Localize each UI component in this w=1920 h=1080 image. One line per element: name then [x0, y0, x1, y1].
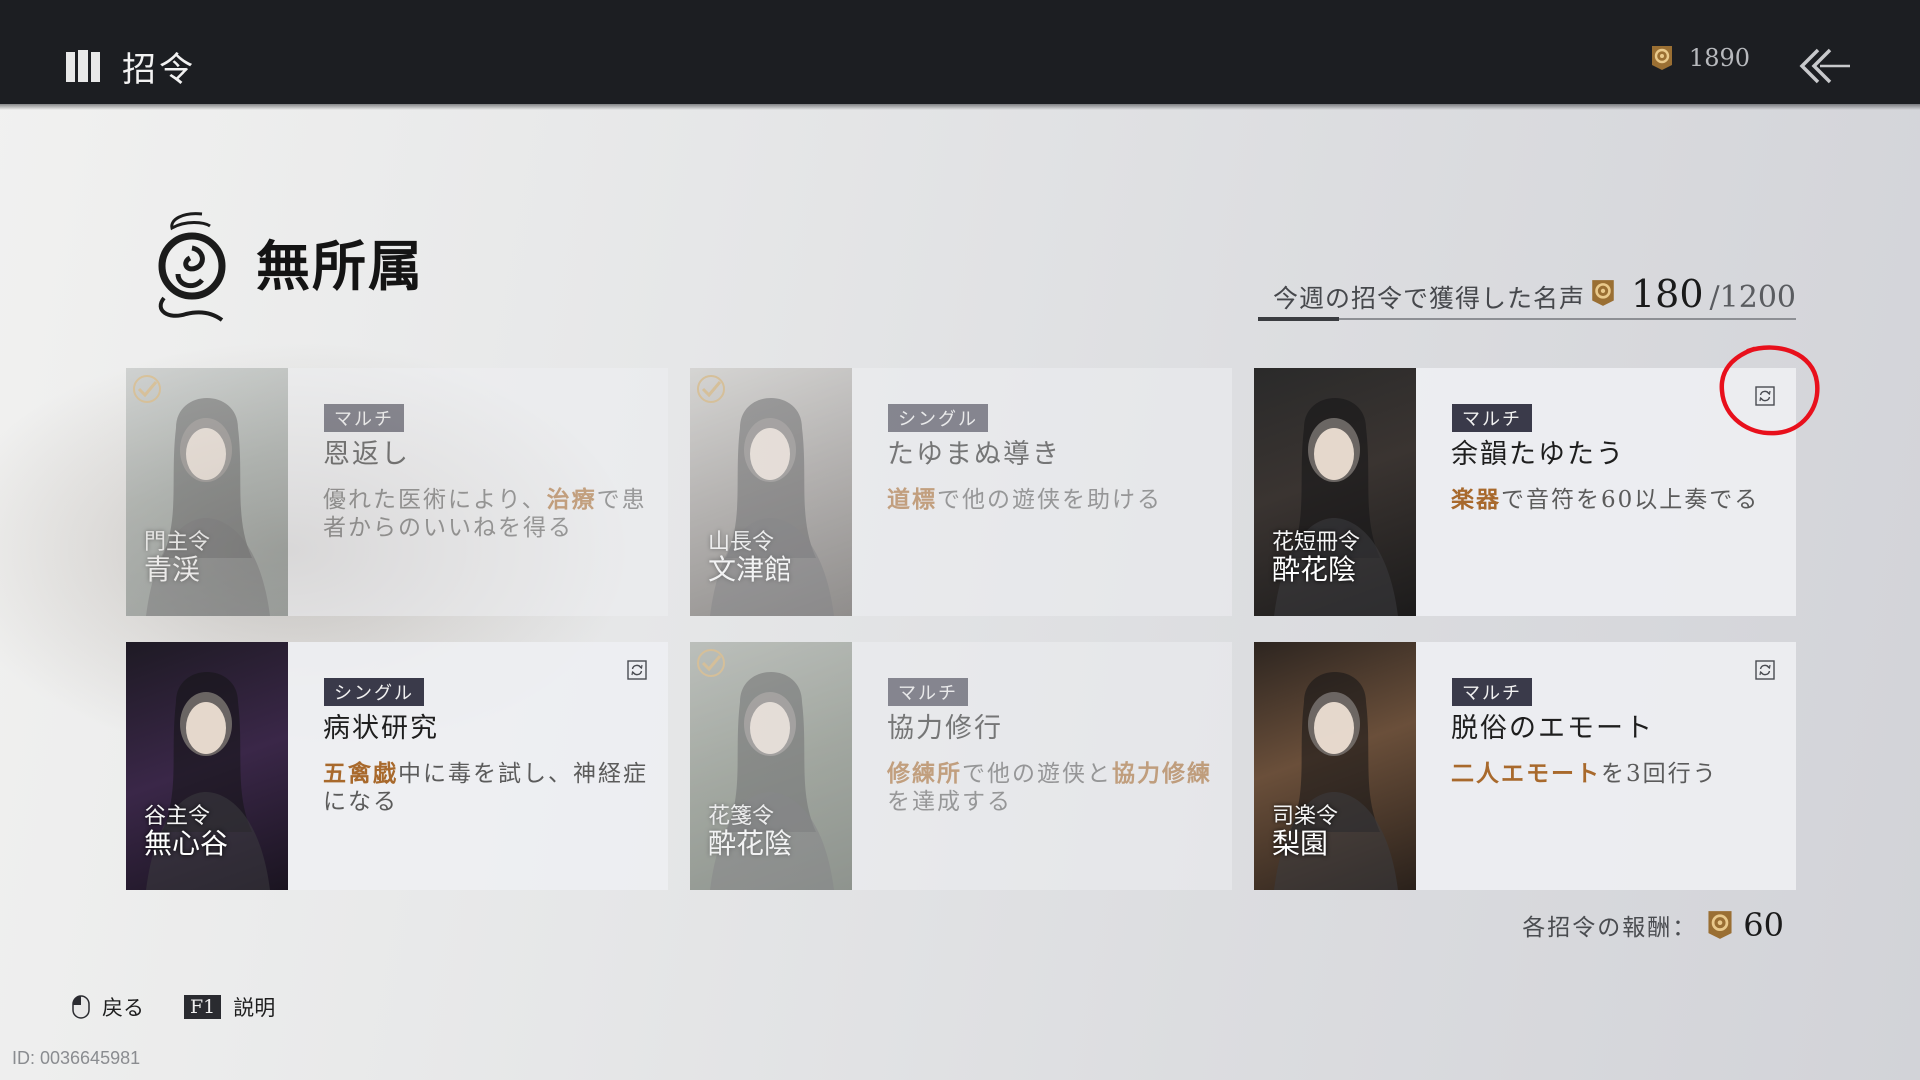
help-key: F1 [184, 995, 222, 1019]
description-text: で他の遊侠を助ける [937, 487, 1162, 513]
portrait-image: 山長令 文津館 [690, 368, 852, 616]
refresh-icon[interactable] [1755, 660, 1775, 680]
checkmark-icon [697, 375, 725, 403]
reward-info: 各招令の報酬： 60 [1522, 906, 1784, 944]
issuer-name: 文津館 [708, 553, 793, 586]
order-card[interactable]: 山長令 文津館 シングルたゆまぬ導き道標で他の遊侠を助ける [690, 368, 1232, 616]
order-card[interactable]: 司楽令 梨園 マルチ脱俗のエモート二人エモートを3回行う [1254, 642, 1796, 890]
faction-name: 無所属 [256, 234, 424, 298]
description-keyword: 五禽戯 [323, 760, 398, 787]
mode-badge: シングル [324, 678, 424, 706]
order-title: 余韻たゆたう [1451, 439, 1625, 470]
description-keyword: 楽器 [1451, 486, 1501, 513]
order-card[interactable]: 花短冊令 酔花陰 マルチ余韻たゆたう楽器で音符を60以上奏でる [1254, 368, 1796, 616]
help-hint[interactable]: F1 説明 [184, 992, 275, 1022]
portrait-image: 門主令 青渓 [126, 368, 288, 616]
order-card[interactable]: 花箋令 酔花陰 マルチ協力修行修練所で他の遊侠と協力修練を達成する [690, 642, 1232, 890]
back-hint-label: 戻る [102, 996, 144, 1020]
faction-emblem-icon [158, 212, 226, 322]
fame-token-icon [1651, 46, 1672, 70]
mode-badge: マルチ [1452, 678, 1532, 706]
order-title: 脱俗のエモート [1451, 713, 1654, 744]
description-text: を3回行う [1601, 761, 1718, 787]
description-text: 優れた医術により、 [323, 487, 547, 513]
order-description: 道標で他の遊侠を助ける [887, 486, 1217, 514]
order-card[interactable]: 門主令 青渓 マルチ恩返し優れた医術により、治療で患者からのいいねを得る [126, 368, 668, 616]
order-description: 五禽戯中に毒を試し、神経症になる [323, 760, 653, 816]
portrait-image: 花短冊令 酔花陰 [1254, 368, 1416, 616]
reward-value: 60 [1743, 906, 1784, 944]
mode-badge: マルチ [324, 404, 404, 432]
issuer-name: 青渓 [144, 553, 201, 586]
portrait-image: 司楽令 梨園 [1254, 642, 1416, 890]
order-description: 楽器で音符を60以上奏でる [1451, 486, 1781, 514]
back-hint[interactable]: 戻る [72, 992, 144, 1022]
weekly-fame-current: 180 [1631, 272, 1704, 316]
book-icon [66, 50, 100, 82]
order-description: 二人エモートを3回行う [1451, 760, 1781, 788]
order-title: 協力修行 [887, 713, 1003, 744]
currency-value: 1890 [1688, 44, 1750, 72]
mouse-icon [72, 995, 90, 1019]
weekly-progress-track [1258, 318, 1796, 320]
order-description: 修練所で他の遊侠と協力修練を達成する [887, 760, 1217, 816]
description-text: で音符を60以上奏でる [1501, 487, 1760, 513]
order-card[interactable]: 谷主令 無心谷 シングル病状研究五禽戯中に毒を試し、神経症になる [126, 642, 668, 890]
issuer-name: 無心谷 [144, 827, 229, 860]
weekly-progress-fill [1258, 317, 1339, 321]
order-title: たゆまぬ導き [887, 439, 1061, 470]
help-hint-label: 説明 [233, 996, 276, 1020]
fame-token-icon [1592, 280, 1614, 306]
mode-badge: マルチ [1452, 404, 1532, 432]
portrait-image: 谷主令 無心谷 [126, 642, 288, 890]
issuer-name: 酔花陰 [1272, 553, 1357, 586]
currency-display: 1890 [1651, 44, 1750, 72]
portrait-image: 花箋令 酔花陰 [690, 642, 852, 890]
description-keyword: 協力修練 [1112, 760, 1212, 787]
order-title: 恩返し [323, 439, 410, 470]
description-keyword: 修練所 [887, 760, 962, 787]
mode-badge: シングル [888, 404, 988, 432]
weekly-fame: 今週の招令で獲得した名声 180 /1200 [1273, 272, 1796, 316]
mode-badge: マルチ [888, 678, 968, 706]
description-keyword: 二人エモート [1451, 760, 1601, 787]
description-text: を達成する [887, 789, 1012, 815]
description-text: で他の遊侠と [962, 761, 1112, 787]
double-chevron-back-icon[interactable] [1796, 46, 1852, 86]
page-title: 招令 [122, 50, 196, 90]
checkmark-icon [697, 649, 725, 677]
weekly-fame-label: 今週の招令で獲得した名声 [1272, 284, 1585, 313]
annotation-circle [1719, 345, 1820, 436]
order-title: 病状研究 [323, 713, 439, 744]
user-id: ID: 0036645981 [12, 1048, 141, 1068]
issuer-name: 梨園 [1272, 827, 1329, 860]
description-keyword: 治療 [546, 486, 597, 513]
order-description: 優れた医術により、治療で患者からのいいねを得る [323, 486, 653, 542]
fame-token-icon [1708, 911, 1732, 939]
checkmark-icon [133, 375, 161, 403]
description-keyword: 道標 [887, 486, 937, 513]
refresh-icon[interactable] [627, 660, 647, 680]
top-bar: 招令 1890 [0, 0, 1920, 110]
issuer-name: 酔花陰 [708, 827, 793, 860]
reward-label: 各招令の報酬： [1522, 915, 1698, 941]
weekly-fame-max: /1200 [1709, 280, 1796, 315]
